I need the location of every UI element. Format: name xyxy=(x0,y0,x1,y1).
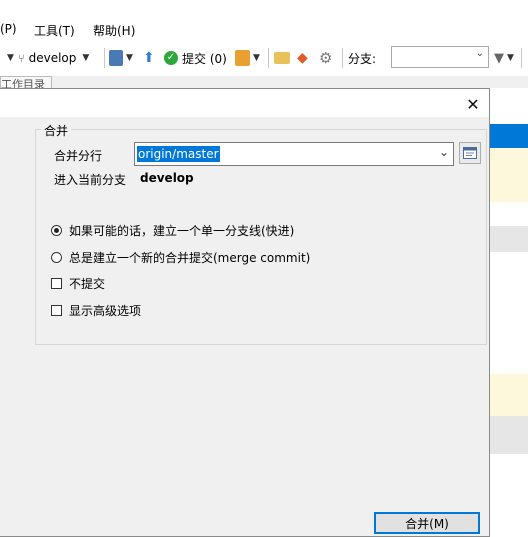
branch-filter-label: 分支: xyxy=(348,51,377,66)
open-folder-button[interactable] xyxy=(274,44,290,72)
commit-row[interactable] xyxy=(490,226,528,252)
branch-icon: ⑂ xyxy=(18,51,25,65)
merge-dialog: ✕ 合并 合并分行 origin/master ⌄ 进入当前分支 develop… xyxy=(0,88,490,537)
commit-row[interactable] xyxy=(490,148,528,202)
gear-icon: ⚙ xyxy=(319,49,333,67)
commit-button[interactable]: ✓ 提交 (0) xyxy=(164,44,227,72)
chevron-down-icon: ⌄ xyxy=(438,145,449,159)
menu-item-help[interactable]: 帮助(H) xyxy=(93,22,135,39)
git-icon: ◆ xyxy=(297,50,308,66)
branch-picker-icon xyxy=(463,147,477,159)
chevron-down-icon: ⌄ xyxy=(475,48,484,59)
git-button[interactable]: ◆ xyxy=(297,44,308,72)
background-commit-list xyxy=(490,88,528,537)
stash-button[interactable]: ▼ xyxy=(235,44,260,72)
group-title: 合并 xyxy=(41,122,72,139)
check-circle-icon: ✓ xyxy=(164,51,178,65)
select-branch-button[interactable] xyxy=(459,142,481,164)
commit-row-selected[interactable] xyxy=(490,124,528,148)
close-button[interactable]: ✕ xyxy=(463,94,483,114)
checkbox-indicator xyxy=(51,278,62,289)
radio-indicator xyxy=(51,225,62,236)
stash-icon xyxy=(235,50,250,66)
menu-item-p[interactable]: (P) xyxy=(0,22,17,36)
option-label: 如果可能的话，建立一个单一分支线(快进) xyxy=(69,224,295,238)
show-advanced-checkbox[interactable]: 显示高级选项 xyxy=(51,302,141,319)
into-branch-label: 进入当前分支 xyxy=(54,173,127,187)
radio-indicator xyxy=(51,252,62,263)
merge-branch-value: origin/master xyxy=(137,146,220,162)
option-label: 显示高级选项 xyxy=(69,304,142,318)
merge-commit-radio[interactable]: 总是建立一个新的合并提交(merge commit) xyxy=(51,249,310,266)
commit-label: 提交 (0) xyxy=(182,51,227,66)
current-branch-value: develop xyxy=(140,171,194,185)
branch-filter-combo[interactable]: ⌄ xyxy=(391,46,489,68)
fetch-icon xyxy=(109,50,123,66)
commit-row[interactable] xyxy=(490,416,528,454)
dialog-titlebar xyxy=(0,89,489,117)
arrow-up-icon: ⬆ xyxy=(143,50,155,66)
close-icon: ✕ xyxy=(466,94,480,114)
merge-branch-label: 合并分行 xyxy=(54,149,103,163)
option-label: 不提交 xyxy=(69,277,106,291)
merge-branch-combo[interactable]: origin/master ⌄ xyxy=(134,142,454,166)
toolbar-dropdown-caret[interactable]: ▼ xyxy=(4,44,14,72)
commit-row[interactable] xyxy=(490,374,528,416)
push-button[interactable]: ⬆ xyxy=(143,44,155,72)
tab-strip xyxy=(0,76,528,88)
menu-bar: (P) 工具(T) 帮助(H) xyxy=(0,0,528,42)
toolbar-separator xyxy=(268,48,269,68)
toolbar-separator xyxy=(342,48,343,68)
toolbar-separator xyxy=(521,48,522,68)
toolbar-separator xyxy=(104,48,105,68)
fast-forward-radio[interactable]: 如果可能的话，建立一个单一分支线(快进) xyxy=(51,222,294,239)
no-commit-checkbox[interactable]: 不提交 xyxy=(51,275,105,292)
menu-item-tools[interactable]: 工具(T) xyxy=(34,22,75,39)
filter-icon: ▼ xyxy=(494,50,504,66)
filter-button[interactable]: ▼ ▼ xyxy=(494,44,514,72)
branch-name: develop xyxy=(28,51,77,65)
merge-button[interactable]: 合并(M) xyxy=(374,512,480,534)
fetch-button[interactable]: ▼ xyxy=(109,44,133,72)
settings-button[interactable]: ⚙ xyxy=(319,44,332,72)
checkbox-indicator xyxy=(51,305,62,316)
chevron-down-icon: ▼ xyxy=(82,53,90,63)
folder-icon xyxy=(274,52,290,64)
option-label: 总是建立一个新的合并提交(merge commit) xyxy=(69,251,311,265)
branch-selector[interactable]: ⑂ develop ▼ xyxy=(18,44,89,72)
